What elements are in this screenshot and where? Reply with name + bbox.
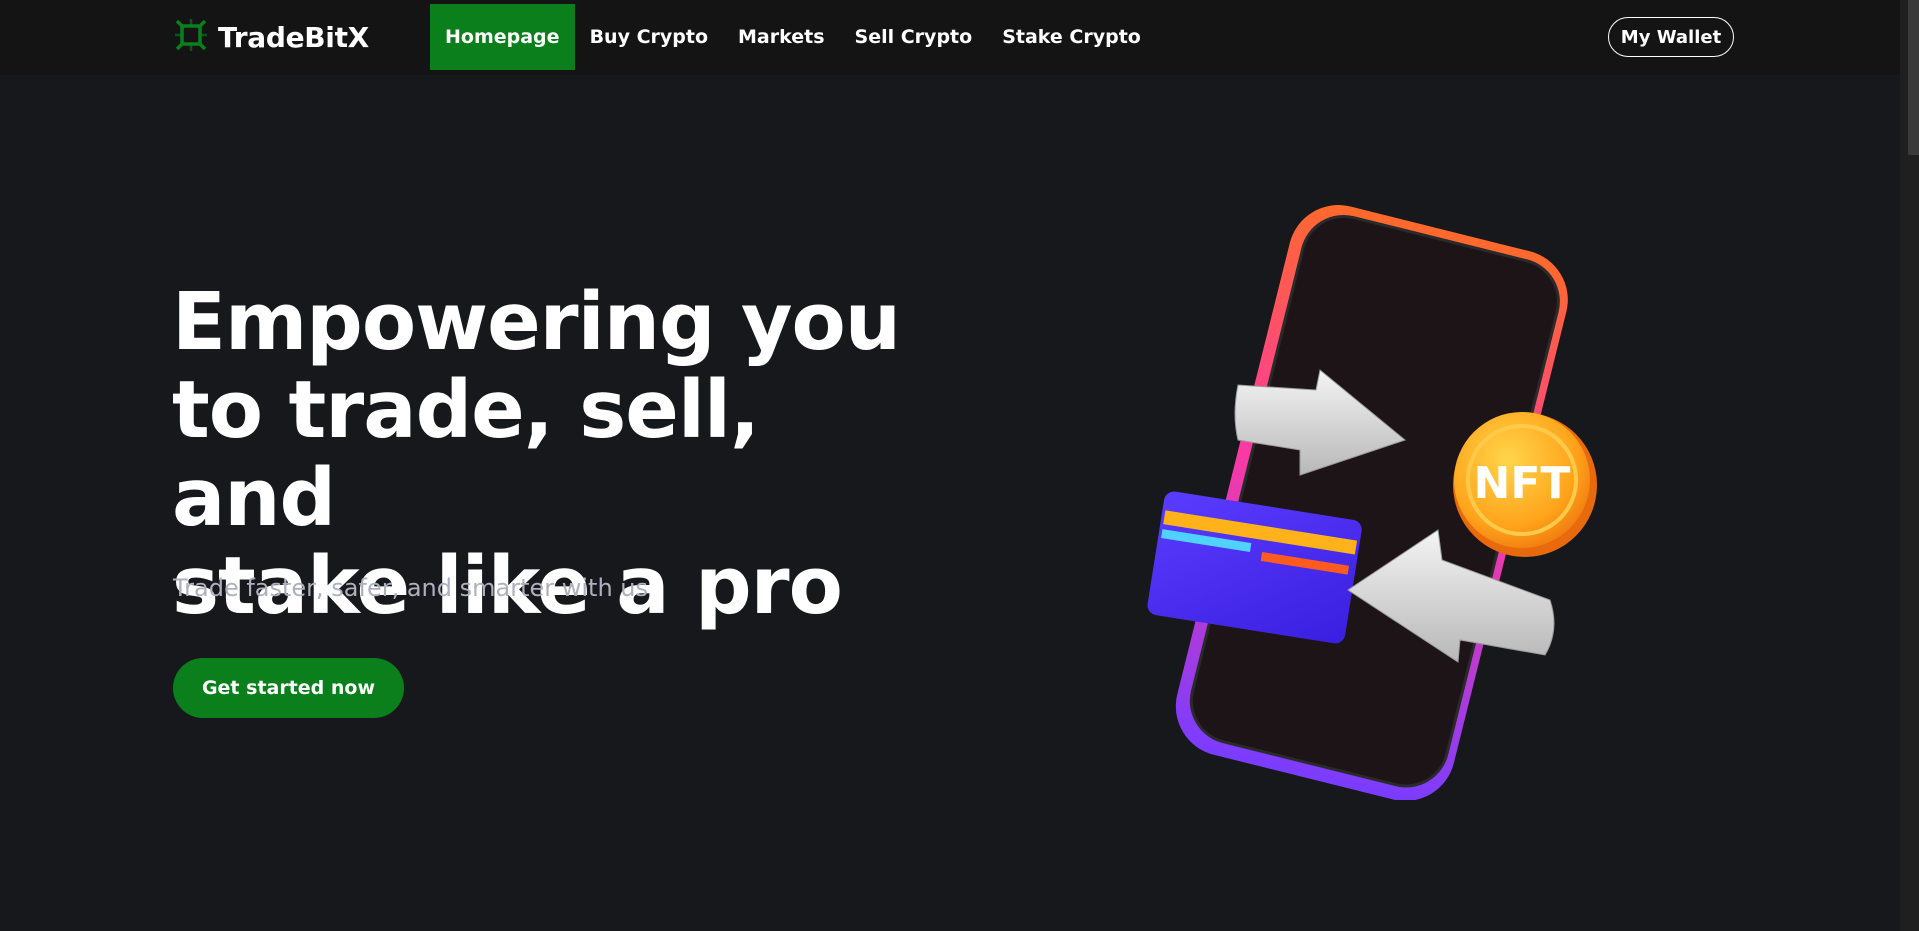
- phone-exchange-illustration: NFT: [1120, 200, 1640, 802]
- brand-logo[interactable]: TradeBitX: [174, 16, 369, 58]
- my-wallet-button[interactable]: My Wallet: [1608, 17, 1734, 57]
- scrollbar-thumb[interactable]: [1908, 0, 1919, 155]
- chip-logo-icon: [174, 18, 208, 56]
- nav-item-sell-crypto[interactable]: Sell Crypto: [840, 4, 988, 70]
- nft-coin-label: NFT: [1474, 458, 1571, 509]
- top-navbar: TradeBitX Homepage Buy Crypto Markets Se…: [0, 0, 1900, 75]
- nft-coin-icon: NFT: [1453, 412, 1597, 557]
- main-nav: Homepage Buy Crypto Markets Sell Crypto …: [430, 4, 1156, 70]
- phone-exchange-graphic: NFT: [1147, 205, 1597, 802]
- nav-item-markets[interactable]: Markets: [723, 4, 840, 70]
- hero-title-line: to trade, sell, and: [172, 364, 760, 544]
- nav-item-stake-crypto[interactable]: Stake Crypto: [987, 4, 1156, 70]
- get-started-button[interactable]: Get started now: [173, 658, 404, 718]
- brand-name: TradeBitX: [218, 20, 369, 54]
- hero-subtitle: Trade faster, safer, and smarter with us: [173, 574, 649, 602]
- hero-title-line: Empowering you: [172, 276, 901, 368]
- nav-item-buy-crypto[interactable]: Buy Crypto: [575, 4, 723, 70]
- nav-item-homepage[interactable]: Homepage: [430, 4, 575, 70]
